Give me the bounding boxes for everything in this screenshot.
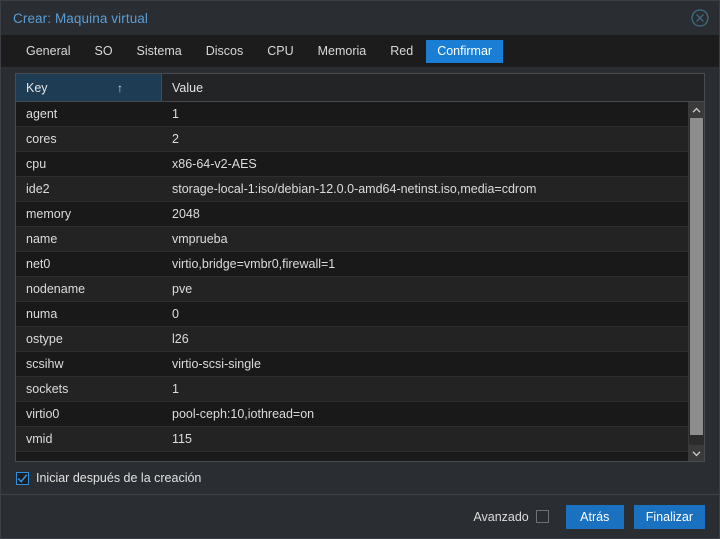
row-key: numa [26, 307, 58, 321]
dialog-title: Crear: Maquina virtual [13, 10, 149, 26]
tab-cpu[interactable]: CPU [256, 40, 304, 63]
row-value: 1 [172, 107, 179, 121]
column-header-value[interactable]: Value [162, 74, 704, 101]
table-row[interactable]: virtio0 pool-ceph:10,iothread=on [16, 402, 688, 427]
row-key: scsihw [26, 357, 64, 371]
table-row[interactable]: name vmprueba [16, 227, 688, 252]
table-row[interactable]: vmid 115 [16, 427, 688, 452]
row-key: virtio0 [26, 407, 60, 421]
row-value: pve [172, 282, 193, 296]
chevron-up-icon[interactable] [689, 102, 704, 118]
row-key: agent [26, 107, 58, 121]
table-header-row: Key ↑ Value [16, 74, 704, 102]
row-value: x86-64-v2-AES [172, 157, 257, 171]
finish-button[interactable]: Finalizar [633, 504, 705, 529]
row-value: pool-ceph:10,iothread=on [172, 407, 315, 421]
tab-so[interactable]: SO [83, 40, 123, 63]
row-value: 2 [172, 132, 179, 146]
row-value: 0 [172, 307, 179, 321]
back-button[interactable]: Atrás [565, 504, 624, 529]
table-row[interactable]: cores 2 [16, 127, 688, 152]
chevron-down-icon[interactable] [689, 445, 704, 461]
table-row[interactable]: nodename pve [16, 277, 688, 302]
table-row[interactable]: sockets 1 [16, 377, 688, 402]
row-value: 115 [172, 432, 192, 446]
create-vm-dialog: Crear: Maquina virtual General SO Sistem… [0, 0, 720, 539]
table-row[interactable]: ostype l26 [16, 327, 688, 352]
start-after-creation-checkbox[interactable] [16, 471, 29, 485]
column-header-key[interactable]: Key ↑ [16, 74, 162, 101]
sort-ascending-icon: ↑ [117, 80, 123, 95]
advanced-label: Avanzado [473, 509, 529, 524]
row-key: ostype [26, 332, 63, 346]
dialog-titlebar: Crear: Maquina virtual [1, 1, 719, 35]
row-value: virtio-scsi-single [172, 357, 261, 371]
table-body: agent 1 cores 2 cpu x86-64-v2-AES ide2 s… [16, 102, 688, 461]
table-row[interactable]: cpu x86-64-v2-AES [16, 152, 688, 177]
tab-memoria[interactable]: Memoria [307, 40, 378, 63]
row-value: 2048 [172, 207, 200, 221]
scrollbar-thumb[interactable] [690, 118, 703, 436]
table-row[interactable]: agent 1 [16, 102, 688, 127]
row-value: 1 [172, 382, 179, 396]
column-header-value-label: Value [172, 80, 204, 95]
table-row[interactable]: ide2 storage-local-1:iso/debian-12.0.0-a… [16, 177, 688, 202]
table-row[interactable]: numa 0 [16, 302, 688, 327]
dialog-footer: Avanzado Atrás Finalizar [1, 494, 719, 538]
tab-confirmar[interactable]: Confirmar [426, 39, 504, 63]
row-value: vmprueba [172, 232, 228, 246]
table-row[interactable]: memory 2048 [16, 202, 688, 227]
start-after-creation-row: Iniciar después de la creación [1, 462, 719, 494]
row-key: sockets [26, 382, 69, 396]
tab-sistema[interactable]: Sistema [126, 40, 193, 63]
row-value: storage-local-1:iso/debian-12.0.0-amd64-… [172, 182, 537, 196]
row-key: name [26, 232, 58, 246]
wizard-tabbar: General SO Sistema Discos CPU Memoria Re… [1, 35, 719, 67]
row-key: ide2 [26, 182, 50, 196]
tab-general[interactable]: General [15, 40, 81, 63]
table-row[interactable]: net0 virtio,bridge=vmbr0,firewall=1 [16, 252, 688, 277]
row-value: virtio,bridge=vmbr0,firewall=1 [172, 257, 336, 271]
summary-table: Key ↑ Value agent 1 cores 2 cpu x86-64-v [15, 73, 705, 462]
scrollbar-track[interactable] [689, 118, 704, 445]
row-key: cpu [26, 157, 47, 171]
row-key: vmid [26, 432, 53, 446]
tab-discos[interactable]: Discos [195, 40, 255, 63]
start-after-creation-label: Iniciar después de la creación [36, 471, 202, 485]
tab-red[interactable]: Red [379, 40, 424, 63]
column-header-key-label: Key [26, 80, 48, 95]
table-body-scroll-area: agent 1 cores 2 cpu x86-64-v2-AES ide2 s… [16, 102, 704, 461]
row-key: memory [26, 207, 72, 221]
advanced-checkbox[interactable] [535, 510, 549, 523]
row-key: net0 [26, 257, 51, 271]
row-key: nodename [26, 282, 86, 296]
table-row[interactable]: scsihw virtio-scsi-single [16, 352, 688, 377]
row-key: cores [26, 132, 57, 146]
row-value: l26 [172, 332, 189, 346]
close-icon[interactable] [690, 8, 710, 28]
table-scrollbar[interactable] [688, 102, 704, 461]
